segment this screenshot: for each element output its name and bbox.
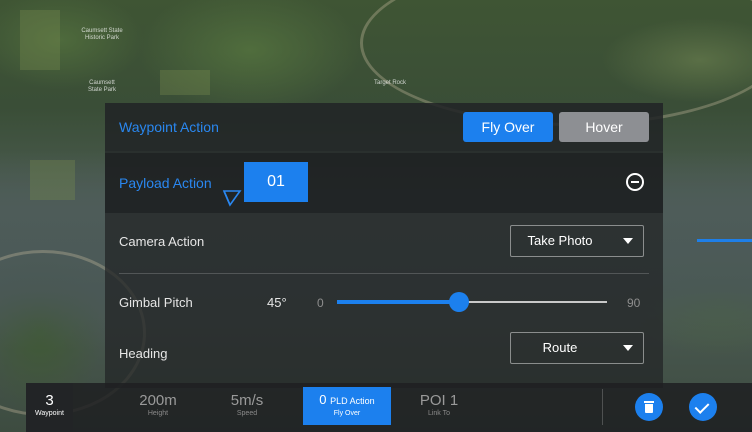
map-field <box>30 160 75 200</box>
gimbal-pitch-slider-handle[interactable] <box>448 292 469 312</box>
waypoint-count-value: 3 <box>45 392 54 409</box>
map-field <box>20 10 60 70</box>
pld-action-unit: PLD Action <box>330 396 375 406</box>
toolbar-divider <box>602 389 603 425</box>
payload-action-label: Payload Action <box>119 175 212 191</box>
route-line <box>697 239 752 242</box>
heading-value: Route <box>542 340 578 355</box>
map-label: Caumsett State Park <box>87 80 116 93</box>
waypoint-action-label: Waypoint Action <box>119 119 219 135</box>
payload-action-row: Payload Action 01 <box>105 153 663 213</box>
pld-action-value: 0 PLD Action <box>303 392 391 409</box>
divider <box>119 273 649 274</box>
pld-action-label: Fly Over <box>333 410 361 417</box>
speed-value: 5m/s <box>230 392 264 409</box>
minus-circle-icon[interactable] <box>626 173 644 191</box>
slider-min-label: 0 <box>317 296 324 310</box>
map-label: Target Rock <box>373 80 406 86</box>
waypoint-count-item[interactable]: 3 Waypoint <box>26 383 73 432</box>
gimbal-pitch-label: Gimbal Pitch <box>119 295 193 310</box>
chevron-down-icon <box>623 238 633 244</box>
poi-item[interactable]: POI 1 Link To <box>411 383 467 432</box>
confirm-button[interactable] <box>689 393 717 421</box>
chevron-down-icon <box>623 345 633 351</box>
bottom-toolbar: 3 Waypoint 200m Height 5m/s Speed 0 PLD … <box>26 383 752 432</box>
camera-action-value: Take Photo <box>527 233 593 248</box>
slider-max-label: 90 <box>627 296 641 310</box>
heading-dropdown[interactable]: Route <box>510 332 644 364</box>
trash-can <box>645 404 653 413</box>
trash-lid <box>644 401 654 403</box>
check-icon <box>694 399 710 414</box>
camera-action-dropdown[interactable]: Take Photo <box>510 225 644 257</box>
camera-action-label: Camera Action <box>119 234 205 249</box>
pld-action-count: 0 <box>319 392 327 407</box>
waypoint-settings-panel: Waypoint Action Fly Over Hover Payload A… <box>105 103 663 388</box>
waypoint-action-row: Waypoint Action Fly Over Hover <box>105 103 663 151</box>
hover-button[interactable]: Hover <box>559 112 649 142</box>
gimbal-pitch-slider-fill <box>337 300 459 304</box>
gimbal-pitch-value: 45° <box>267 295 287 310</box>
map-label: Caumsett State Historic Park <box>81 28 123 41</box>
payload-index-button[interactable]: 01 <box>244 162 308 202</box>
gimbal-icon <box>222 190 242 207</box>
speed-label: Speed <box>236 410 258 417</box>
heading-label: Heading <box>119 346 168 361</box>
poi-value: POI 1 <box>419 392 459 409</box>
fly-over-button[interactable]: Fly Over <box>463 112 553 142</box>
speed-item[interactable]: 5m/s Speed <box>220 383 274 432</box>
pld-action-item[interactable]: 0 PLD Action Fly Over <box>303 387 391 425</box>
height-value: 200m <box>139 392 177 409</box>
map-field <box>160 70 210 95</box>
waypoint-count-label: Waypoint <box>35 410 64 417</box>
trash-icon[interactable] <box>635 393 663 421</box>
height-label: Height <box>147 410 169 417</box>
poi-label: Link To <box>427 410 451 417</box>
height-item[interactable]: 200m Height <box>126 383 190 432</box>
